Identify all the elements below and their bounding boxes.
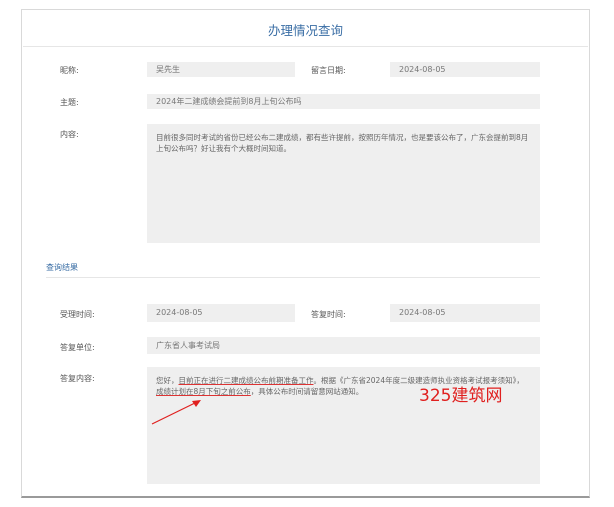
reply-unit-label: 答复单位: — [60, 343, 95, 352]
result-section-title: 查询结果 — [46, 263, 78, 272]
reply-content-label: 答复内容: — [60, 374, 95, 383]
reply-underlined-preparation: 目前正在进行二建成绩公布前期准备工作 — [178, 376, 314, 385]
content-value: 目前很多同时考试的省份已经公布二建成绩，都有些许提前，按照历年情况，也是要该公布… — [147, 124, 540, 243]
reply-unit-value: 广东省人事考试局 — [147, 337, 540, 354]
subject-value: 2024年二建成绩会提前到8月上旬公布吗 — [147, 94, 540, 109]
nickname-value: 吴先生 — [147, 62, 295, 77]
content-label: 内容: — [60, 130, 79, 139]
reply-greeting: 您好， — [156, 376, 179, 385]
reply-time-label: 答复时间: — [311, 310, 346, 319]
message-date-value: 2024-08-05 — [390, 62, 540, 77]
reply-time-value: 2024-08-05 — [390, 304, 540, 322]
subject-label: 主题: — [60, 98, 79, 107]
nickname-label: 昵称: — [60, 66, 79, 75]
reply-underlined-schedule: 成绩计划在8月下旬之前公布 — [156, 387, 251, 396]
title-divider — [23, 46, 588, 47]
accept-time-label: 受理时间: — [60, 310, 95, 319]
reply-notice: ，具体公布时间请留意网站通知。 — [250, 387, 364, 396]
result-section-divider — [46, 277, 540, 278]
page-title: 办理情况查询 — [267, 23, 343, 38]
message-date-label: 留言日期: — [311, 66, 346, 75]
watermark-logo: 325建筑网 — [419, 386, 503, 406]
accept-time-value: 2024-08-05 — [147, 304, 295, 322]
